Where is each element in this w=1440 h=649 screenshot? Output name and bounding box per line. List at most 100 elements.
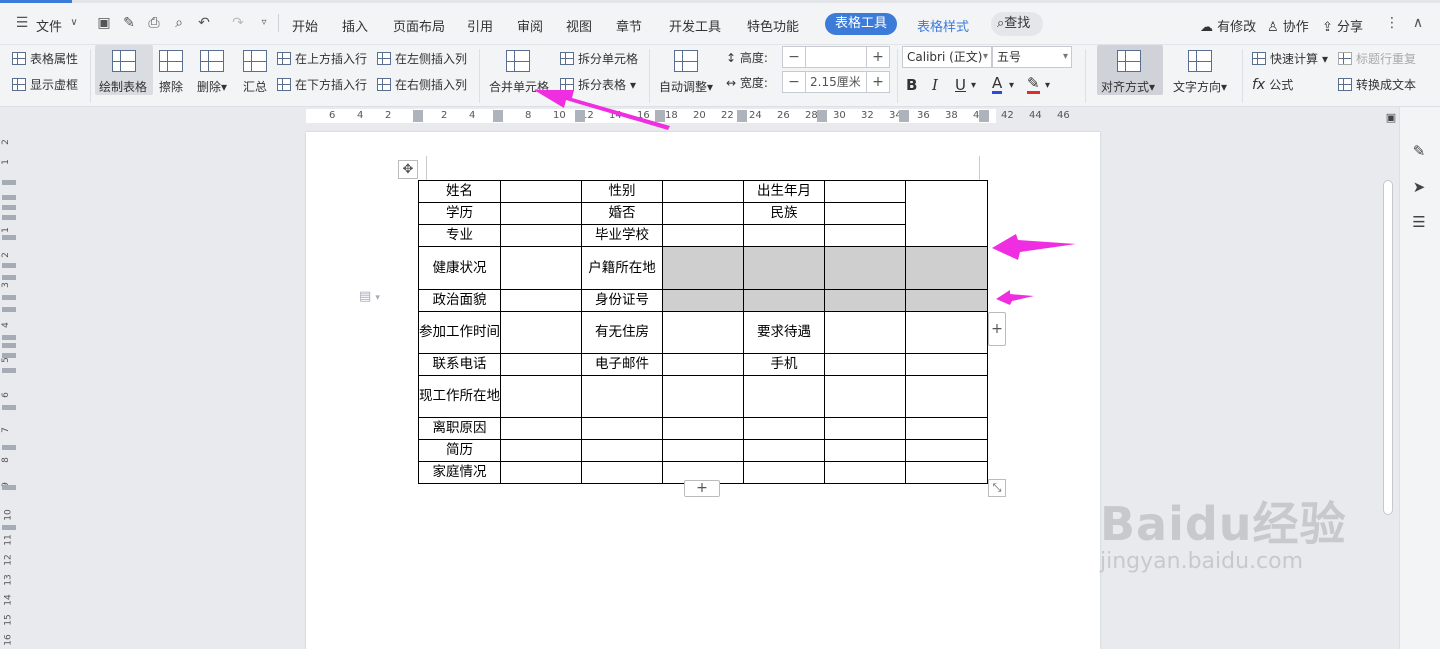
table-cell[interactable] xyxy=(662,224,744,247)
text-direction-button[interactable]: 文字方向▾ xyxy=(1173,78,1227,95)
horizontal-ruler[interactable]: 6422481012141618202224262830323436384042… xyxy=(0,107,1440,125)
table-cell[interactable] xyxy=(662,202,744,225)
table-cell[interactable] xyxy=(743,417,825,440)
table-cell[interactable]: 政治面貌 xyxy=(418,289,501,312)
table-cell[interactable]: 婚否 xyxy=(581,202,663,225)
resume-table[interactable]: 姓名 性别 出生年月 学历 婚否 民族 专业 毕业学校 健康状况 户籍所在地 政… xyxy=(418,180,988,484)
table-cell[interactable]: 要求待遇 xyxy=(743,311,825,354)
font-select[interactable]: Calibri (正文) xyxy=(902,46,992,68)
insert-row-below-button[interactable]: 在下方插入行 xyxy=(277,76,367,93)
table-cell[interactable] xyxy=(824,180,906,203)
plus-icon[interactable]: + xyxy=(867,74,889,90)
minus-icon[interactable]: − xyxy=(783,49,805,65)
tab-developer[interactable]: 开发工具 xyxy=(669,16,721,35)
table-cell[interactable] xyxy=(905,417,988,440)
table-cell[interactable] xyxy=(500,246,582,290)
repeat-header-button[interactable]: 标题行重复 xyxy=(1338,50,1416,67)
insert-row-above-button[interactable]: 在上方插入行 xyxy=(277,50,367,67)
vertical-scrollbar[interactable] xyxy=(1381,125,1395,649)
table-cell[interactable] xyxy=(662,353,744,376)
table-cell[interactable]: 家庭情况 xyxy=(418,461,501,484)
collapse-ribbon-icon[interactable]: ∧ xyxy=(1410,15,1426,31)
table-cell[interactable]: 离职原因 xyxy=(418,417,501,440)
selected-cell[interactable] xyxy=(743,289,825,312)
table-move-handle-icon[interactable]: ✥ xyxy=(398,160,418,179)
table-cell[interactable] xyxy=(905,353,988,376)
table-cell[interactable]: 民族 xyxy=(743,202,825,225)
table-cell[interactable]: 电子邮件 xyxy=(581,353,663,376)
table-cell[interactable] xyxy=(500,180,582,203)
chevron-down-icon[interactable]: ▾ xyxy=(1045,80,1050,91)
table-cell[interactable] xyxy=(905,375,988,418)
bold-icon[interactable]: B xyxy=(906,76,917,94)
table-cell[interactable] xyxy=(905,439,988,462)
height-value[interactable] xyxy=(805,47,867,67)
table-cell[interactable]: 联系电话 xyxy=(418,353,501,376)
table-cell[interactable] xyxy=(824,461,906,484)
chevron-down-icon[interactable]: ▾ xyxy=(1009,80,1014,91)
tab-view[interactable]: 视图 xyxy=(566,16,592,35)
tab-features[interactable]: 特色功能 xyxy=(747,16,799,35)
modified-button[interactable]: ☁ 有修改 xyxy=(1200,16,1256,35)
selected-cell[interactable] xyxy=(824,246,906,290)
convert-to-text-button[interactable]: 转换成文本 xyxy=(1338,76,1416,93)
width-value[interactable]: 2.15厘米 xyxy=(805,72,867,92)
table-cell[interactable] xyxy=(581,375,663,418)
insert-col-right-button[interactable]: 在右侧插入列 xyxy=(377,76,467,93)
table-cell[interactable] xyxy=(824,439,906,462)
minus-icon[interactable]: − xyxy=(783,74,805,90)
underline-icon[interactable]: U xyxy=(955,76,966,94)
table-cell[interactable] xyxy=(905,311,988,354)
photo-cell[interactable] xyxy=(905,180,988,247)
selected-cell[interactable] xyxy=(662,289,744,312)
table-cell[interactable] xyxy=(500,202,582,225)
column-marker[interactable] xyxy=(493,110,503,122)
tab-insert[interactable]: 插入 xyxy=(342,16,368,35)
table-cell[interactable] xyxy=(500,375,582,418)
table-cell[interactable] xyxy=(581,439,663,462)
table-cell[interactable]: 简历 xyxy=(418,439,501,462)
file-menu[interactable]: 文件 xyxy=(36,16,62,35)
align-button[interactable]: 对齐方式▾ xyxy=(1101,78,1155,95)
customize-icon[interactable]: ▿ xyxy=(256,15,272,31)
table-cell[interactable] xyxy=(500,224,582,247)
ruler-toggle-icon[interactable]: ▣ xyxy=(1383,110,1399,126)
tab-references[interactable]: 引用 xyxy=(467,16,493,35)
table-cell[interactable] xyxy=(824,202,906,225)
table-cell[interactable] xyxy=(743,375,825,418)
resize-table-icon[interactable]: ⤡ xyxy=(988,479,1006,497)
tab-table-style[interactable]: 表格样式 xyxy=(917,16,969,35)
column-marker[interactable] xyxy=(413,110,423,122)
height-stepper[interactable]: − + xyxy=(782,46,890,68)
table-cell[interactable] xyxy=(581,461,663,484)
column-marker[interactable] xyxy=(899,110,909,122)
tab-page-layout[interactable]: 页面布局 xyxy=(393,16,445,35)
pen-icon[interactable]: ✎ xyxy=(1411,143,1427,159)
table-cell[interactable] xyxy=(662,311,744,354)
font-size-select[interactable]: 五号 xyxy=(992,46,1072,68)
table-cell[interactable] xyxy=(824,417,906,440)
column-marker[interactable] xyxy=(979,110,989,122)
share-button[interactable]: ⇪ 分享 xyxy=(1322,16,1363,35)
plus-icon[interactable]: + xyxy=(867,49,889,65)
collab-button[interactable]: ♙ 协作 xyxy=(1267,16,1309,35)
draw-table-button[interactable]: 绘制表格 xyxy=(99,78,147,95)
table-cell[interactable]: 现工作所在地 xyxy=(418,375,501,418)
table-cell[interactable]: 参加工作时间 xyxy=(418,311,501,354)
split-cells-button[interactable]: 拆分单元格 xyxy=(560,50,638,67)
table-cell[interactable] xyxy=(662,375,744,418)
table-cell[interactable] xyxy=(905,461,988,484)
table-cell[interactable]: 出生年月 xyxy=(743,180,825,203)
cursor-icon[interactable]: ➤ xyxy=(1411,179,1427,195)
selected-cell[interactable] xyxy=(662,246,744,290)
table-cell[interactable] xyxy=(581,417,663,440)
erase-button[interactable]: 擦除 xyxy=(159,78,183,95)
table-cell[interactable] xyxy=(824,375,906,418)
selected-cell[interactable] xyxy=(743,246,825,290)
tab-table-tools[interactable]: 表格工具 xyxy=(825,13,897,35)
selected-cell[interactable] xyxy=(905,246,988,290)
format-painter-icon[interactable]: ✎ xyxy=(121,15,137,31)
tab-start[interactable]: 开始 xyxy=(292,16,318,35)
insert-col-left-button[interactable]: 在左侧插入列 xyxy=(377,50,467,67)
italic-icon[interactable]: I xyxy=(932,76,938,94)
